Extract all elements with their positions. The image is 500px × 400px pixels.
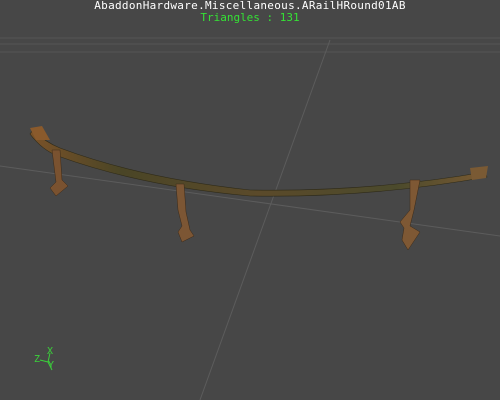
axis-gizmo: Z X Y [30, 344, 62, 374]
3d-viewport[interactable]: AbaddonHardware.Miscellaneous.ARailHRoun… [0, 0, 500, 400]
rail-post-right [399, 179, 421, 251]
axis-y-label: Y [48, 360, 55, 371]
triangle-count-label: Triangles : 131 [200, 11, 300, 24]
axis-z-label: Z [34, 354, 41, 365]
rail-post-middle [175, 183, 195, 243]
rail-end-right [470, 166, 488, 180]
rail-mesh [29, 126, 488, 251]
axis-x-label: X [47, 346, 54, 357]
